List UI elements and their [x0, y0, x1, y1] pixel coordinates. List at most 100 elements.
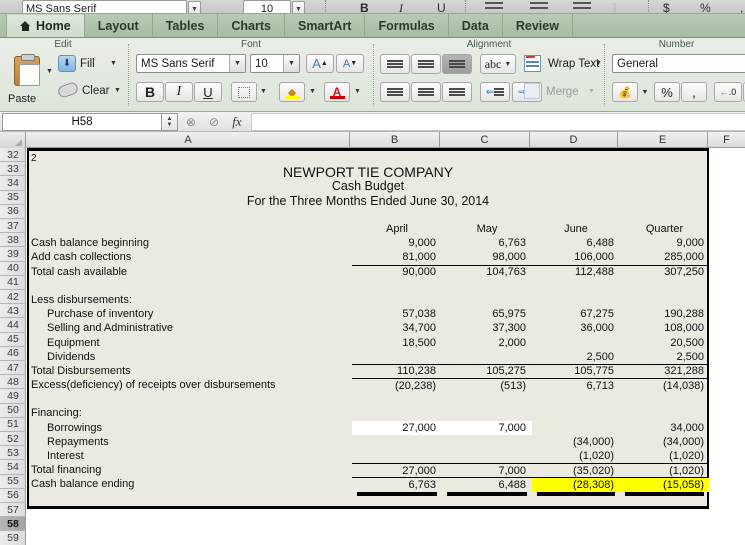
- align-right-icon[interactable]: [442, 82, 472, 102]
- cell-c-44[interactable]: [442, 293, 532, 307]
- row-header-33[interactable]: 33: [0, 162, 26, 177]
- cell-e-54[interactable]: (34,000): [620, 435, 709, 449]
- cell-d-45[interactable]: 67,275: [532, 307, 620, 321]
- cell-b-46[interactable]: 34,700: [352, 321, 442, 335]
- top-font-size-dropdown-icon[interactable]: ▼: [292, 1, 305, 13]
- cell-a-52[interactable]: Financing:: [31, 406, 351, 420]
- column-header-f[interactable]: F: [708, 132, 745, 148]
- top-comma-button[interactable]: ,: [740, 0, 743, 13]
- cancel-icon[interactable]: ⊗: [181, 112, 201, 132]
- cell-e-58[interactable]: [620, 492, 709, 506]
- row-header-32[interactable]: 32: [0, 148, 26, 163]
- cell-d-51[interactable]: [532, 392, 620, 406]
- cell-e-57[interactable]: (15,058): [620, 477, 709, 492]
- cell-a-43[interactable]: [31, 279, 351, 293]
- top-bold-button[interactable]: B: [360, 0, 369, 13]
- row-header-38[interactable]: 38: [0, 233, 26, 248]
- cell-c-48[interactable]: [442, 350, 532, 364]
- column-header-a[interactable]: A: [27, 132, 350, 148]
- cell-b-49[interactable]: 110,238: [352, 363, 442, 378]
- cell-c-40[interactable]: 6,763: [442, 236, 532, 250]
- row-header-45[interactable]: 45: [0, 333, 26, 347]
- row-header-54[interactable]: 54: [0, 460, 26, 475]
- align-bottom-icon[interactable]: [442, 54, 472, 74]
- cell-d-46[interactable]: 36,000: [532, 321, 620, 335]
- cell-c-54[interactable]: [442, 435, 532, 449]
- wrap-text-label[interactable]: Wrap Text: [548, 58, 599, 70]
- cell-a-55[interactable]: Interest: [31, 449, 351, 463]
- row-header-50[interactable]: 50: [0, 404, 26, 418]
- top-font-name-box[interactable]: MS Sans Serif: [22, 0, 187, 13]
- top-align-center-icon[interactable]: [530, 2, 548, 13]
- cell-a-44[interactable]: Less disbursements:: [31, 293, 351, 307]
- cell-c-56[interactable]: 7,000: [442, 463, 532, 477]
- cell-a-54[interactable]: Repayments: [31, 435, 351, 449]
- top-font-size-box[interactable]: 10: [243, 0, 291, 13]
- cell-b-54[interactable]: [352, 435, 442, 449]
- cell-d-54[interactable]: (34,000): [532, 435, 620, 449]
- cell-b-47[interactable]: 18,500: [352, 335, 442, 349]
- bold-button[interactable]: B: [136, 82, 164, 102]
- name-box-stepper[interactable]: ▲ ▼: [162, 112, 178, 131]
- top-align-right-icon[interactable]: [573, 2, 591, 13]
- cell-a-49[interactable]: Total Disbursements: [31, 364, 351, 378]
- formula-input[interactable]: [251, 112, 745, 131]
- cell-d-41[interactable]: 106,000: [532, 250, 620, 264]
- tab-tables[interactable]: Tables: [151, 14, 219, 37]
- cell-a-41[interactable]: Add cash collections: [31, 250, 351, 264]
- cell-b-40[interactable]: 9,000: [352, 236, 442, 250]
- tab-layout[interactable]: Layout: [83, 14, 153, 37]
- cell-d-40[interactable]: 6,488: [532, 236, 620, 250]
- font-size-dropdown-icon[interactable]: ▼: [283, 55, 299, 72]
- cell-e-44[interactable]: [620, 293, 709, 307]
- fill-color-icon[interactable]: ◆: [279, 82, 305, 102]
- cell-e-52[interactable]: [620, 406, 709, 420]
- percent-format-button[interactable]: %: [654, 82, 680, 102]
- row-header-57[interactable]: 57: [0, 503, 26, 518]
- borders-icon[interactable]: [231, 82, 257, 102]
- align-middle-icon[interactable]: [411, 54, 441, 74]
- cell-c-41[interactable]: 98,000: [442, 250, 532, 264]
- cell-e-45[interactable]: 190,288: [620, 307, 709, 321]
- decrease-indent-icon[interactable]: ⇐: [480, 82, 510, 102]
- cell-d-52[interactable]: [532, 406, 620, 420]
- row-header-41[interactable]: 41: [0, 276, 26, 290]
- row-header-46[interactable]: 46: [0, 347, 26, 361]
- cell-c-50[interactable]: (513): [442, 378, 532, 392]
- cell-b-56[interactable]: 27,000: [352, 463, 442, 477]
- row-header-53[interactable]: 53: [0, 446, 26, 461]
- align-center-icon[interactable]: [411, 82, 441, 102]
- italic-button[interactable]: I: [165, 82, 193, 102]
- cell-c-49[interactable]: 105,275: [442, 363, 532, 378]
- row-header-44[interactable]: 44: [0, 318, 26, 333]
- cell-e-46[interactable]: 108,000: [620, 321, 709, 335]
- cell-b-58[interactable]: [352, 492, 442, 506]
- cell-e-41[interactable]: 285,000: [620, 250, 709, 264]
- cell-c-51[interactable]: [442, 392, 532, 406]
- grow-font-button[interactable]: A ▲: [306, 54, 334, 73]
- cell-b-52[interactable]: [352, 406, 442, 420]
- top-font-name-dropdown-icon[interactable]: ▼: [188, 1, 201, 13]
- column-header-d[interactable]: D: [530, 132, 618, 148]
- font-color-dropdown-icon[interactable]: ▼: [354, 88, 361, 95]
- borders-dropdown-icon[interactable]: ▼: [260, 88, 267, 95]
- column-header-c[interactable]: C: [440, 132, 530, 148]
- row-header-55[interactable]: 55: [0, 475, 26, 489]
- cell-c-55[interactable]: [442, 449, 532, 463]
- top-currency-button[interactable]: $: [663, 0, 670, 13]
- cell-e-51[interactable]: [620, 392, 709, 406]
- shrink-font-button[interactable]: A ▼: [336, 54, 364, 73]
- cell-d-47[interactable]: [532, 335, 620, 349]
- row-header-51[interactable]: 51: [0, 418, 26, 432]
- row-header-56[interactable]: 56: [0, 489, 26, 503]
- cell-e-48[interactable]: 2,500: [620, 350, 709, 364]
- cell-b-57[interactable]: 6,763: [352, 477, 442, 491]
- clear-dropdown-icon[interactable]: ▼: [114, 87, 121, 94]
- cell-e-55[interactable]: (1,020): [620, 449, 709, 463]
- row-header-42[interactable]: 42: [0, 290, 26, 305]
- cell-e-42[interactable]: 307,250: [620, 264, 709, 279]
- align-top-icon[interactable]: [380, 54, 410, 74]
- cell-c-43[interactable]: [442, 279, 532, 293]
- cell-a-58[interactable]: [31, 492, 351, 506]
- row-header-35[interactable]: 35: [0, 191, 26, 205]
